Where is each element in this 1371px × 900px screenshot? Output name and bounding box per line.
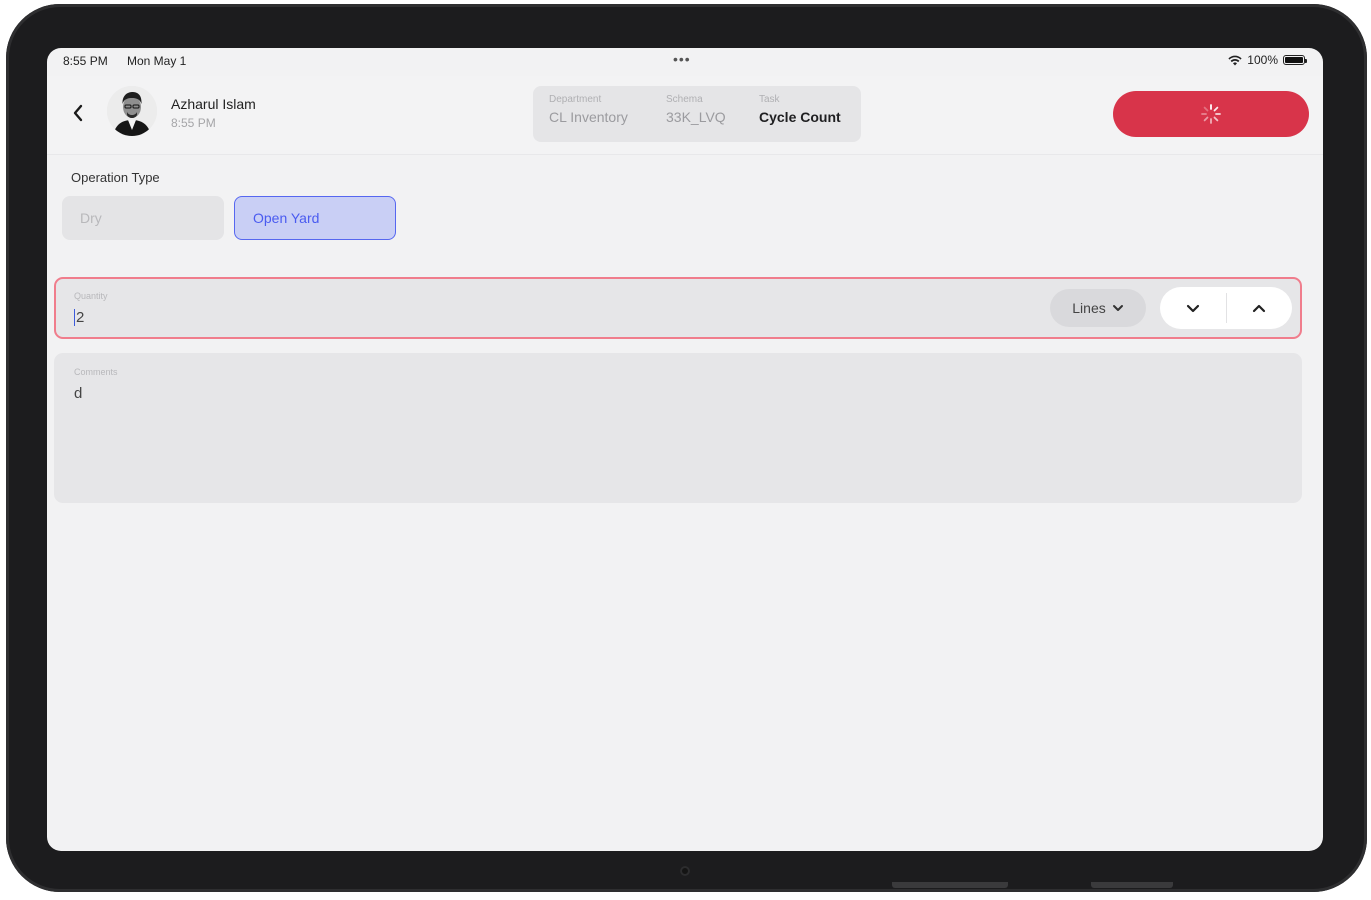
chevron-up-icon [1253, 304, 1266, 312]
quantity-field[interactable]: Quantity 2 Lines [54, 277, 1302, 339]
department-label: Department [549, 94, 602, 105]
comments-label: Comments [74, 367, 118, 377]
task-value: Cycle Count [759, 109, 841, 125]
decrement-button[interactable] [1160, 287, 1226, 329]
quantity-input[interactable]: 2 [74, 309, 84, 326]
operation-option-dry[interactable]: Dry [62, 196, 224, 240]
task-info-panel: Department CL Inventory Schema 33K_LVQ T… [533, 86, 861, 142]
comments-input[interactable]: d [74, 385, 82, 402]
submit-button[interactable] [1113, 91, 1309, 137]
camera-dot [680, 866, 690, 876]
status-right: 100% [1228, 53, 1307, 67]
department-value: CL Inventory [549, 109, 628, 125]
quantity-label: Quantity [74, 291, 108, 301]
back-button[interactable] [67, 100, 89, 126]
operation-type-label: Operation Type [71, 170, 160, 185]
header-bar: Azharul Islam 8:55 PM Department CL Inve… [47, 76, 1323, 155]
chevron-down-icon [1112, 305, 1123, 311]
department-info: Department CL Inventory [549, 94, 628, 125]
unit-dropdown[interactable]: Lines [1050, 289, 1146, 327]
chevron-down-icon [1186, 304, 1199, 312]
wifi-icon [1228, 55, 1242, 65]
loading-spinner-icon [1201, 104, 1221, 124]
battery-percent: 100% [1247, 53, 1278, 67]
battery-icon [1283, 55, 1307, 65]
app-screen: 8:55 PM Mon May 1 ••• 100% Azharul Islam… [47, 48, 1323, 851]
user-name: Azharul Islam [171, 96, 256, 112]
task-label: Task [759, 94, 780, 105]
schema-label: Schema [666, 94, 703, 105]
schema-info: Schema 33K_LVQ [666, 94, 726, 125]
increment-button[interactable] [1227, 287, 1293, 329]
schema-value: 33K_LVQ [666, 109, 726, 125]
chevron-left-icon [73, 104, 83, 122]
user-photo-icon [107, 86, 157, 136]
comments-field[interactable]: Comments d [54, 353, 1302, 503]
operation-option-open-yard[interactable]: Open Yard [234, 196, 396, 240]
avatar [107, 86, 157, 136]
multitasking-dots[interactable]: ••• [673, 51, 691, 67]
status-bar: 8:55 PM Mon May 1 ••• 100% [47, 48, 1323, 74]
status-time: 8:55 PM [63, 54, 108, 68]
task-info: Task Cycle Count [759, 94, 841, 125]
status-date: Mon May 1 [127, 54, 187, 68]
unit-label: Lines [1072, 300, 1106, 316]
user-time: 8:55 PM [171, 116, 216, 130]
volume-button [892, 882, 1008, 888]
power-button [1091, 882, 1173, 888]
quantity-stepper [1160, 287, 1292, 329]
